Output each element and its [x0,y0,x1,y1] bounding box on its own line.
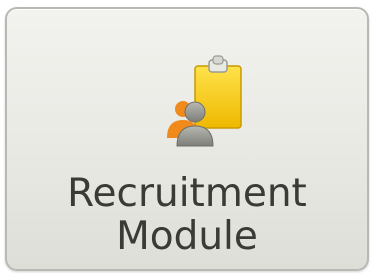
recruitment-module-button[interactable]: Recruitment Module [5,7,369,271]
module-title-line2: Module [116,214,258,259]
module-title-line1: Recruitment [67,171,307,216]
recruitment-clipboard-person-icon [157,54,257,154]
module-title: Recruitment Module [7,172,367,258]
